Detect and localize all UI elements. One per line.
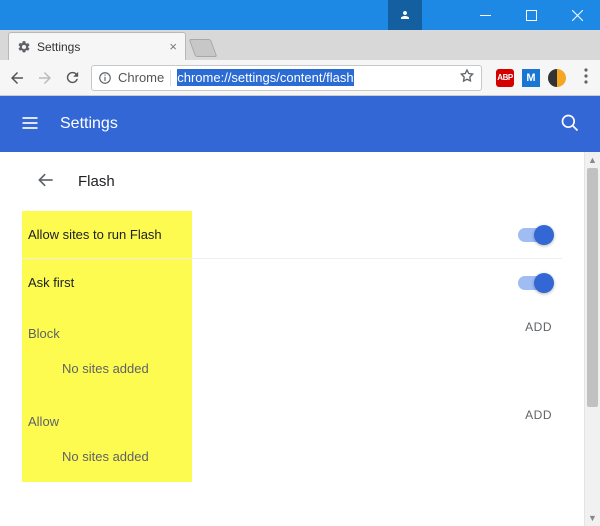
window-minimize-button[interactable]: [462, 0, 508, 30]
forward-button[interactable]: [36, 69, 54, 87]
tab-title: Settings: [37, 40, 163, 54]
menu-toggle-button[interactable]: [20, 113, 40, 136]
hamburger-icon: [20, 113, 40, 133]
window-maximize-button[interactable]: [508, 0, 554, 30]
arrow-left-icon: [8, 69, 26, 87]
chrome-profile-button[interactable]: [388, 0, 422, 30]
extension-adblock[interactable]: ABP: [496, 69, 514, 87]
block-label: Block: [22, 306, 192, 347]
tab-strip: Settings ×: [0, 30, 600, 60]
arrow-left-icon: [36, 170, 56, 190]
allow-section-header: Allow ADD: [22, 394, 562, 435]
settings-back-button[interactable]: [36, 170, 56, 193]
allow-label: Allow: [22, 394, 192, 435]
window-close-button[interactable]: [554, 0, 600, 30]
scroll-up-button[interactable]: ▲: [585, 152, 600, 168]
extensions-area: ABP M: [492, 69, 570, 87]
ask-first-row: Ask first: [22, 259, 562, 306]
url-scheme-label: Chrome: [118, 70, 164, 85]
page-subtitle: Flash: [78, 173, 115, 190]
settings-content: Flash Allow sites to run Flash Ask first…: [0, 152, 584, 526]
minimize-icon: [480, 10, 491, 21]
block-section-header: Block ADD: [22, 306, 562, 347]
reload-icon: [64, 69, 81, 86]
vertical-scrollbar[interactable]: ▲ ▼: [584, 152, 600, 526]
tab-settings[interactable]: Settings ×: [8, 32, 186, 60]
gear-icon: [17, 40, 31, 54]
allow-sites-toggle[interactable]: [518, 228, 552, 242]
page-subheader: Flash: [0, 164, 584, 211]
window-titlebar: [0, 0, 600, 30]
tab-close-button[interactable]: ×: [169, 39, 177, 54]
search-icon: [560, 113, 580, 133]
allow-empty-label: No sites added: [22, 435, 192, 482]
allow-add-button[interactable]: ADD: [525, 408, 552, 422]
reload-button[interactable]: [64, 69, 81, 86]
arrow-right-icon: [36, 69, 54, 87]
bookmark-button[interactable]: [459, 68, 475, 87]
new-tab-button[interactable]: [189, 39, 218, 57]
block-empty-label: No sites added: [22, 347, 192, 394]
site-info-icon[interactable]: [98, 71, 112, 85]
allow-empty-row: No sites added: [22, 435, 562, 482]
settings-title: Settings: [60, 115, 118, 133]
allow-sites-row: Allow sites to run Flash: [22, 211, 562, 259]
omnibox-divider: [170, 70, 171, 86]
scroll-thumb[interactable]: [587, 168, 598, 407]
extension-m[interactable]: M: [522, 69, 540, 87]
ask-first-label: Ask first: [22, 259, 192, 306]
chrome-menu-button[interactable]: [580, 68, 592, 87]
address-bar[interactable]: Chrome chrome://settings/content/flash: [91, 65, 482, 91]
settings-header: Settings: [0, 96, 600, 152]
block-add-button[interactable]: ADD: [525, 320, 552, 334]
star-icon: [459, 68, 475, 84]
url-text[interactable]: chrome://settings/content/flash: [177, 70, 453, 85]
allow-sites-label: Allow sites to run Flash: [22, 211, 192, 258]
maximize-icon: [526, 10, 537, 21]
extension-s[interactable]: [548, 69, 566, 87]
back-button[interactable]: [8, 69, 26, 87]
block-empty-row: No sites added: [22, 347, 562, 394]
browser-toolbar: Chrome chrome://settings/content/flash A…: [0, 60, 600, 96]
scroll-down-button[interactable]: ▼: [585, 510, 600, 526]
close-icon: [572, 10, 583, 21]
dots-vertical-icon: [584, 68, 588, 84]
person-icon: [399, 9, 411, 21]
settings-search-button[interactable]: [560, 113, 580, 136]
ask-first-toggle[interactable]: [518, 276, 552, 290]
